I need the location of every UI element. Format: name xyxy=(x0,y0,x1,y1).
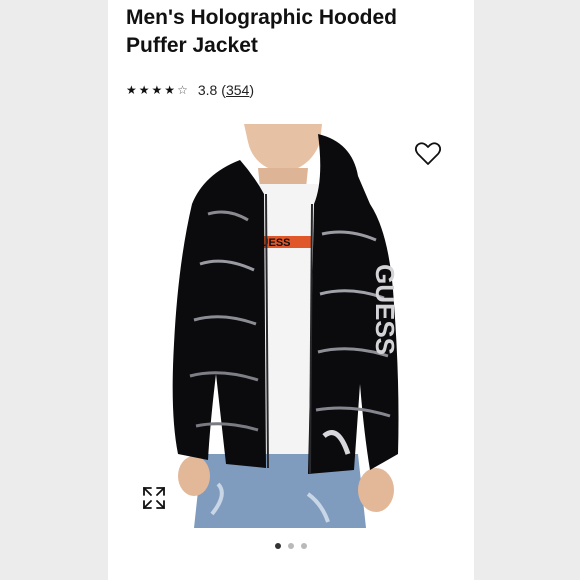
jacket-photo: GUESS GUESS xyxy=(172,124,400,528)
star-filled-icon: ★ xyxy=(164,83,176,97)
favorite-heart-icon[interactable] xyxy=(414,141,442,167)
star-rating: ★ ★ ★ ★ ☆ xyxy=(126,83,188,97)
carousel-dot-3[interactable] xyxy=(301,543,307,549)
product-card: Men's Holographic Hooded Puffer Jacket ★… xyxy=(108,0,474,580)
star-filled-icon: ★ xyxy=(126,83,137,97)
star-empty-icon: ☆ xyxy=(177,83,188,97)
carousel-dot-1[interactable] xyxy=(275,543,281,549)
product-image[interactable]: GUESS GUESS xyxy=(108,124,474,528)
star-filled-icon: ★ xyxy=(151,83,163,97)
carousel-pagination xyxy=(108,540,474,552)
star-filled-icon: ★ xyxy=(138,83,150,97)
rating-row: ★ ★ ★ ★ ☆ 3.8 (354) xyxy=(126,80,254,100)
carousel-dot-2[interactable] xyxy=(288,543,294,549)
rating-score: 3.8 xyxy=(197,82,218,98)
paren-close: ) xyxy=(249,82,254,98)
product-title: Men's Holographic Hooded Puffer Jacket xyxy=(126,6,398,57)
review-count-link[interactable]: 354 xyxy=(226,82,249,98)
sleeve-logo-text: GUESS xyxy=(370,264,400,355)
expand-arrows-icon[interactable] xyxy=(142,486,166,510)
